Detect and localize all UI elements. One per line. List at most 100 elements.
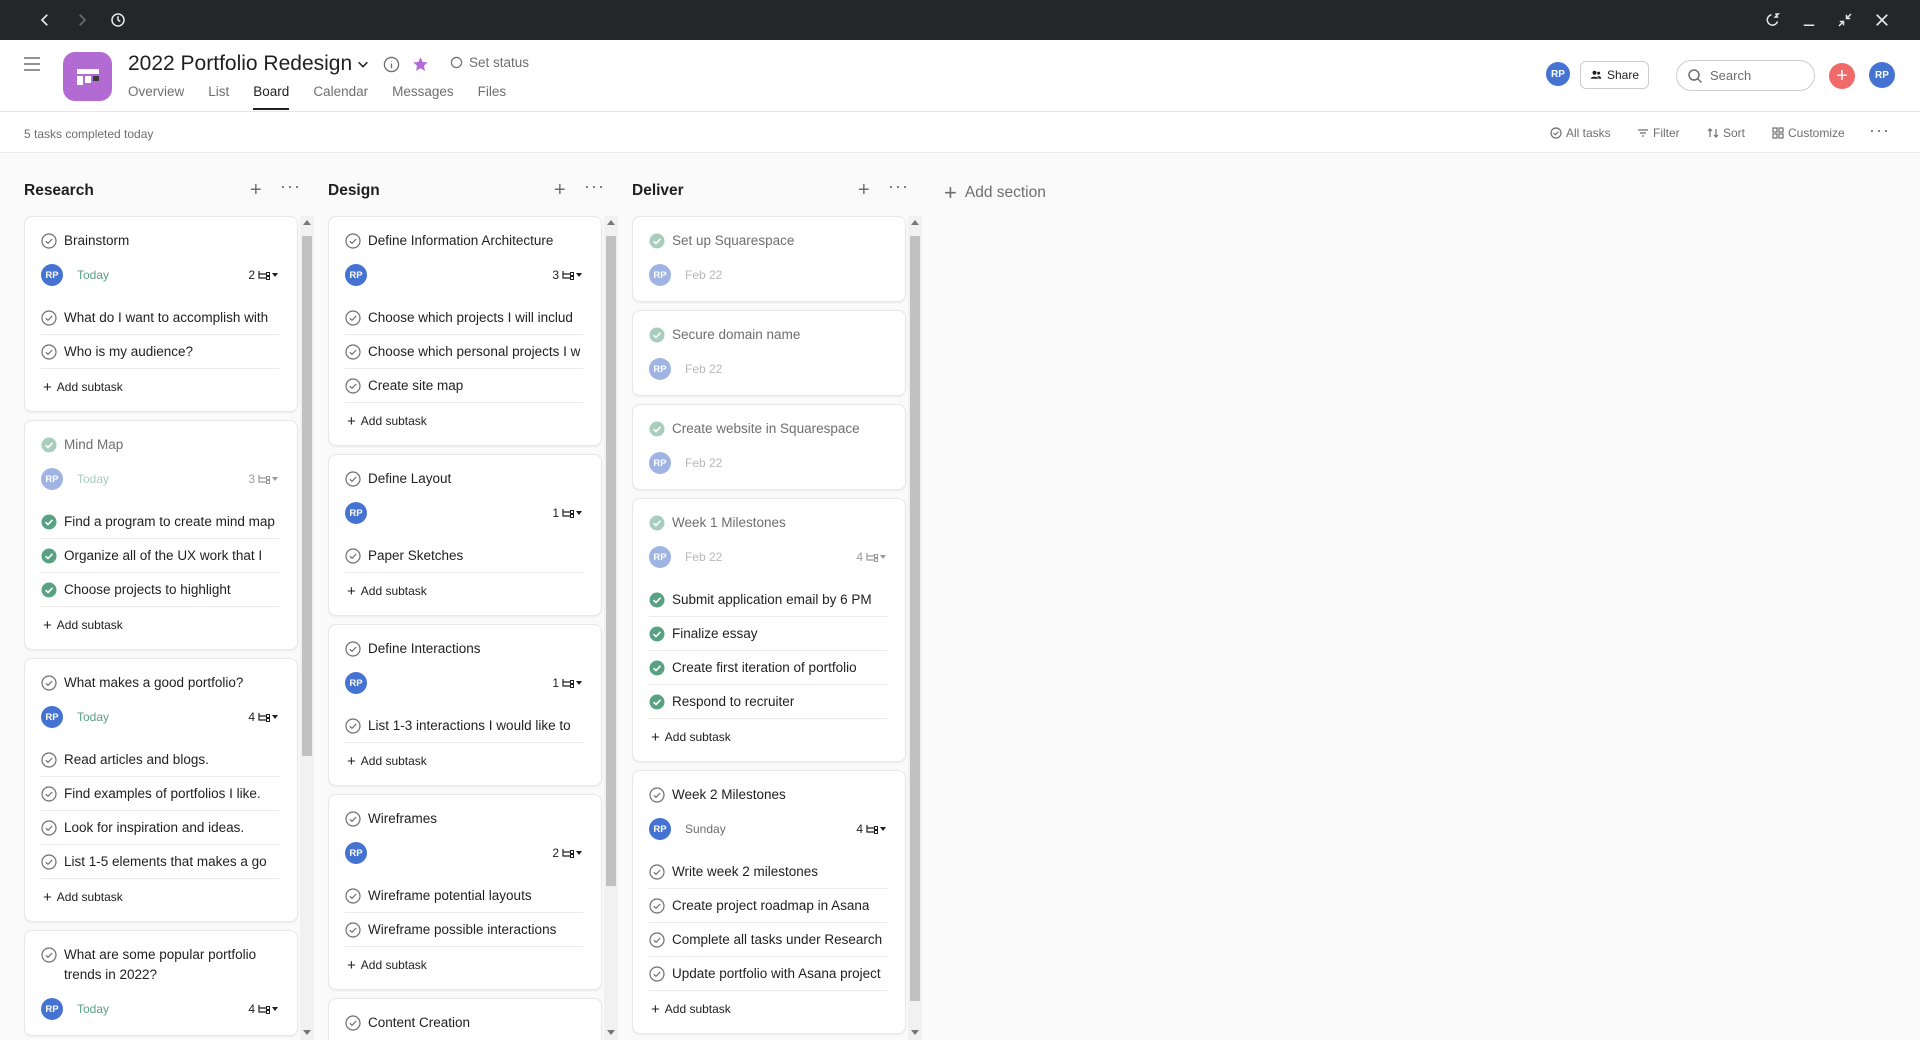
subtask-label[interactable]: Wireframe possible interactions xyxy=(368,922,556,937)
due-date[interactable]: Feb 22 xyxy=(685,268,722,282)
restore-icon[interactable] xyxy=(1833,8,1857,32)
subtask-label[interactable]: Complete all tasks under Research xyxy=(672,932,882,947)
completed-check-icon[interactable] xyxy=(649,515,665,531)
subtask-row[interactable]: Wireframe possible interactions xyxy=(345,913,583,947)
subtask-row[interactable]: Wireframe potential layouts xyxy=(345,879,583,913)
subtask-label[interactable]: Choose which projects I will includ xyxy=(368,310,573,325)
task-card[interactable]: Define Layout RP 1 Paper Sketches + Add subta… xyxy=(328,454,602,616)
check-circle-icon[interactable] xyxy=(41,785,57,802)
check-circle-icon[interactable] xyxy=(41,947,57,963)
completed-check-icon[interactable] xyxy=(649,592,665,608)
completed-check-icon[interactable] xyxy=(649,694,665,710)
subtask-label[interactable]: Respond to recruiter xyxy=(672,694,794,709)
due-date[interactable]: Feb 22 xyxy=(685,362,722,376)
subtask-label[interactable]: Find a program to create mind map xyxy=(64,514,275,529)
task-title[interactable]: Create website in Squarespace xyxy=(672,419,860,439)
search-input[interactable]: Search xyxy=(1676,60,1815,91)
subtask-row[interactable]: What do I want to accomplish with xyxy=(41,301,279,335)
subtask-toggle[interactable]: 4 xyxy=(856,822,887,836)
subtask-toggle[interactable]: 4 xyxy=(248,1002,279,1016)
completed-check-icon[interactable] xyxy=(649,421,665,437)
more-options-icon[interactable]: ··· xyxy=(1869,120,1890,141)
more-options-icon[interactable]: ··· xyxy=(280,176,301,197)
check-circle-icon[interactable] xyxy=(649,897,665,914)
tab-files[interactable]: Files xyxy=(478,84,507,110)
check-circle-icon[interactable] xyxy=(345,641,361,657)
task-card[interactable]: Week 2 Milestones RP Sunday 4 Write week 2 m… xyxy=(632,770,906,1034)
due-date[interactable]: Sunday xyxy=(685,822,726,836)
task-card[interactable]: Create website in Squarespace RP Feb 22 xyxy=(632,404,906,490)
subtask-row[interactable]: Finalize essay xyxy=(649,617,887,651)
task-title[interactable]: What are some popular portfolio trends i… xyxy=(64,945,279,985)
due-date[interactable]: Today xyxy=(77,710,109,724)
check-circle-icon[interactable] xyxy=(345,343,361,360)
subtask-row[interactable]: Update portfolio with Asana project xyxy=(649,957,887,991)
task-title[interactable]: Content Creation xyxy=(368,1013,470,1033)
info-icon[interactable] xyxy=(380,53,402,75)
column-title[interactable]: Design xyxy=(328,182,380,200)
completed-check-icon[interactable] xyxy=(41,582,57,598)
assignee-avatar[interactable]: RP xyxy=(649,546,671,568)
task-title[interactable]: Week 1 Milestones xyxy=(672,513,786,533)
do-not-disturb-icon[interactable] xyxy=(1761,8,1785,32)
subtask-row[interactable]: List 1-3 interactions I would like to xyxy=(345,709,583,743)
subtask-row[interactable]: Submit application email by 6 PM xyxy=(649,583,887,617)
due-date[interactable]: Today xyxy=(77,1002,109,1016)
assignee-avatar[interactable]: RP xyxy=(41,706,63,728)
add-subtask-button[interactable]: + Add subtask xyxy=(345,743,583,779)
task-card[interactable]: What makes a good portfolio? RP Today 4 Read… xyxy=(24,658,298,922)
check-circle-icon[interactable] xyxy=(345,921,361,938)
completed-check-icon[interactable] xyxy=(649,327,665,343)
subtask-row[interactable]: List 1-5 elements that makes a go xyxy=(41,845,279,879)
check-circle-icon[interactable] xyxy=(345,309,361,326)
subtask-row[interactable]: Choose which projects I will includ xyxy=(345,301,583,335)
subtask-label[interactable]: Organize all of the UX work that I xyxy=(64,548,262,563)
subtask-row[interactable]: Who is my audience? xyxy=(41,335,279,369)
filter-button[interactable]: Filter xyxy=(1637,126,1680,140)
assignee-avatar[interactable]: RP xyxy=(345,264,367,286)
subtask-row[interactable]: Find a program to create mind map xyxy=(41,505,279,539)
task-card[interactable]: Mind Map RP Today 3 Find a program to create… xyxy=(24,420,298,650)
subtask-row[interactable]: Look for inspiration and ideas. xyxy=(41,811,279,845)
tab-messages[interactable]: Messages xyxy=(392,84,454,110)
subtask-toggle[interactable]: 1 xyxy=(552,506,583,520)
chevron-down-icon[interactable] xyxy=(352,53,374,75)
subtask-label[interactable]: Write week 2 milestones xyxy=(672,864,818,879)
task-card[interactable]: Content CreationRP xyxy=(328,998,602,1040)
add-subtask-button[interactable]: + Add subtask xyxy=(649,719,887,755)
check-circle-icon[interactable] xyxy=(345,811,361,827)
subtask-label[interactable]: Paper Sketches xyxy=(368,548,463,563)
add-button[interactable]: + xyxy=(1829,63,1855,89)
subtask-label[interactable]: Create project roadmap in Asana xyxy=(672,898,869,913)
user-avatar[interactable]: RP xyxy=(1869,62,1895,88)
task-title[interactable]: Brainstorm xyxy=(64,231,129,251)
subtask-row[interactable]: Create site map xyxy=(345,369,583,403)
add-task-icon[interactable]: + xyxy=(554,180,566,200)
assignee-avatar[interactable]: RP xyxy=(649,818,671,840)
minimize-icon[interactable] xyxy=(1797,8,1821,32)
assignee-avatar[interactable]: RP xyxy=(345,842,367,864)
project-icon[interactable] xyxy=(63,52,112,101)
due-date[interactable]: Feb 22 xyxy=(685,456,722,470)
assignee-avatar[interactable]: RP xyxy=(41,998,63,1020)
assignee-avatar[interactable]: RP xyxy=(345,672,367,694)
add-task-icon[interactable]: + xyxy=(858,180,870,200)
completed-check-icon[interactable] xyxy=(649,660,665,676)
subtask-label[interactable]: Create first iteration of portfolio xyxy=(672,660,857,675)
due-date[interactable]: Today xyxy=(77,472,109,486)
subtask-toggle[interactable]: 2 xyxy=(248,268,279,282)
scroll-down-icon[interactable] xyxy=(911,1030,919,1035)
subtask-label[interactable]: Look for inspiration and ideas. xyxy=(64,820,244,835)
star-icon[interactable] xyxy=(409,53,431,75)
tab-overview[interactable]: Overview xyxy=(128,84,184,110)
task-card[interactable]: Define Information Architecture RP 3 Choose… xyxy=(328,216,602,446)
task-title[interactable]: Define Information Architecture xyxy=(368,231,553,251)
add-subtask-button[interactable]: + Add subtask xyxy=(345,403,583,439)
assignee-avatar[interactable]: RP xyxy=(41,264,63,286)
task-card[interactable]: What are some popular portfolio trends i… xyxy=(24,930,298,1036)
add-subtask-button[interactable]: + Add subtask xyxy=(345,573,583,609)
subtask-row[interactable]: Create project roadmap in Asana xyxy=(649,889,887,923)
check-circle-icon[interactable] xyxy=(345,233,361,249)
task-card[interactable]: Brainstorm RP Today 2 What do I want to acco… xyxy=(24,216,298,412)
column-title[interactable]: Deliver xyxy=(632,182,684,200)
